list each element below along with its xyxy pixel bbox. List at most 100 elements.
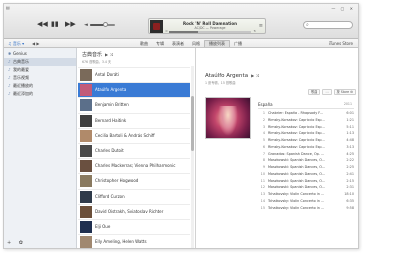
artist-thumbnail — [80, 175, 92, 188]
volume-slider-knob[interactable] — [102, 22, 108, 27]
shuffle-icon[interactable]: ⤨ — [165, 29, 167, 33]
track-number: 7 — [262, 151, 265, 156]
artist-row[interactable]: Elji Oue — [78, 219, 190, 234]
view-tabs: 歌曲 专辑 表演者 风格 播放列表 广播 — [136, 40, 246, 47]
track-row[interactable]: 9 Moszkowski: Spanish Dances, O... 2:25 — [258, 164, 354, 171]
track-row[interactable]: 7 Granados: Spanish Dance, Op. ... 4:25 — [258, 151, 354, 158]
track-number: 8 — [262, 158, 265, 163]
artist-name: David Oistrakh, Sviatoslav Richter — [95, 208, 164, 214]
playlist-summary: 676 首歌曲，3.4 天 — [82, 60, 112, 64]
pause-button[interactable]: ▮▮ — [51, 21, 59, 28]
detail-button-2[interactable]: 按 Store ⚙ — [333, 89, 356, 95]
track-number: 11 — [260, 178, 265, 183]
window-controls[interactable]: — ▢ ✕ — [331, 6, 355, 11]
track-title: Tchaikovsky: Violin Concerto in ... — [268, 205, 325, 210]
scrollbar-thumb[interactable] — [191, 96, 194, 151]
track-number: 14 — [260, 198, 265, 203]
track-row[interactable]: 8 Moszkowski: Spanish Dances, O... 2:22 — [258, 157, 354, 164]
app-menu-icon[interactable]: ▤ — [6, 6, 12, 10]
track-number: 2 — [262, 117, 265, 122]
track-title: Rimsky-Korsakov: Capriccio Esp... — [268, 144, 325, 149]
artist-row[interactable]: Clifford Curzon — [78, 188, 190, 204]
now-playing-display[interactable]: Rock 'N' Roll Damnation AC/DC — Powerage… — [148, 18, 266, 34]
artist-play-shuffle-icons[interactable]: ▶ ⤨ — [251, 73, 259, 78]
track-row[interactable]: 11 Moszkowski: Spanish Dances, O... 2:15 — [258, 178, 354, 185]
sidebar-footer-controls[interactable]: + ✿ — [7, 240, 26, 246]
playlist-play-shuffle-icons[interactable]: ▶ ⤨ — [105, 52, 113, 57]
media-library-select[interactable]: ♫ 音乐 ▾ — [8, 40, 28, 47]
previous-track-button[interactable]: ◀◀ — [37, 21, 48, 28]
artist-name: Christopher Hogwood — [95, 178, 139, 184]
up-next-list-icon[interactable]: ≡ — [259, 23, 263, 29]
artist-row[interactable]: Charles Dutoit — [78, 143, 190, 158]
tab-5[interactable]: 广播 — [230, 40, 246, 47]
sidebar-item[interactable]: ♪ 古典音乐 — [4, 58, 76, 66]
track-row[interactable]: 1 Chabrier: España - Rhapsody F... 6:01 — [258, 110, 354, 117]
sidebar-item-label: 最近添加的 — [13, 91, 33, 96]
artist-row[interactable]: Cecilia Bartoli & András Schiff — [78, 127, 190, 143]
artist-detail-header: Ataúlfo Argenta ▶ ⤨ 1 张专辑，15 首歌曲 — [205, 73, 259, 85]
next-track-button[interactable]: ▶▶ — [65, 21, 76, 28]
playback-progress-bar[interactable] — [169, 31, 251, 33]
search-field[interactable]: ⌕ — [303, 21, 353, 29]
artist-row[interactable]: Christopher Hogwood — [78, 173, 190, 188]
artist-thumbnail — [80, 205, 92, 218]
back-forward-buttons[interactable]: ◀ ▶ — [32, 40, 39, 47]
sidebar-item[interactable]: ✱ Genius — [4, 50, 76, 58]
artist-row[interactable]: Benjamin Britten — [78, 97, 190, 112]
tab-1[interactable]: 专辑 — [152, 40, 168, 47]
track-number: 13 — [260, 192, 265, 196]
track-row[interactable]: 15 Tchaikovsky: Violin Concerto in ... 9:5… — [258, 205, 354, 212]
track-duration: 6:01 — [346, 111, 354, 115]
navigation-bar: ♫ 音乐 ▾ ◀ ▶ 歌曲 专辑 表演者 风格 播放列表 广播 iTunes Store — [4, 39, 358, 48]
artist-row[interactable]: Antal Doráti — [78, 67, 190, 82]
detail-button-1[interactable]: ⋯ — [322, 89, 332, 95]
tab-0[interactable]: 歌曲 — [136, 40, 152, 47]
artist-row[interactable]: Bernard Haitink — [78, 112, 190, 128]
artist-name: Ataúlfo Argenta — [95, 87, 127, 93]
artist-detail-summary: 1 张专辑，15 首歌曲 — [205, 81, 236, 85]
artist-list-pane: 古典音乐 ▶ ⤨ 676 首歌曲，3.4 天 Antal Doráti Ataúlf… — [78, 48, 196, 248]
sidebar-item-label: 我的最爱 — [13, 67, 29, 72]
track-row[interactable]: 4 Rimsky-Korsakov: Capriccio Esp... 1:13 — [258, 130, 354, 137]
track-row[interactable]: 5 Rimsky-Korsakov: Capriccio Esp... 4:48 — [258, 137, 354, 144]
artist-row[interactable]: Charles Mackerras; Vienna Philharmonic — [78, 158, 190, 173]
artist-thumbnail — [80, 236, 92, 248]
track-row[interactable]: 10 Moszkowski: Spanish Dances, O... 2:41 — [258, 171, 354, 178]
artist-thumbnail — [80, 160, 92, 173]
track-row[interactable]: 6 Rimsky-Korsakov: Capriccio Esp... 3:13 — [258, 144, 354, 151]
track-title: Tchaikovsky: Violin Concerto in ... — [268, 198, 325, 203]
detail-button-0[interactable]: 歌曲 — [307, 89, 321, 95]
track-duration: 4:48 — [346, 138, 354, 142]
track-row[interactable]: 12 Moszkowski: Spanish Dances, O... 2:31 — [258, 184, 354, 191]
artist-row[interactable]: Elly Ameling, Helen Watts — [78, 234, 190, 248]
itunes-store-button[interactable]: iTunes Store — [329, 40, 353, 47]
track-row[interactable]: 14 Tchaikovsky: Violin Concerto in ... 6:3… — [258, 198, 354, 205]
artist-name: Charles Dutoit — [95, 148, 124, 153]
sidebar-item[interactable]: ♪ 最近播放的 — [4, 82, 76, 90]
search-input[interactable] — [312, 23, 350, 28]
sidebar-item[interactable]: ♪ 我的最爱 — [4, 66, 76, 74]
album-title: España — [258, 102, 273, 107]
artist-detail-title: Ataúlfo Argenta ▶ ⤨ — [205, 73, 259, 79]
tab-4[interactable]: 播放列表 — [204, 40, 230, 47]
track-row[interactable]: 3 Rimsky-Korsakov: Capriccio Esp... 5:11 — [258, 124, 354, 131]
volume-slider[interactable] — [90, 22, 115, 27]
track-title: Rimsky-Korsakov: Capriccio Esp... — [268, 138, 325, 142]
track-row[interactable]: 2 Rimsky-Korsakov: Capriccio Esp... 1:21 — [258, 117, 354, 124]
track-duration: 2:31 — [346, 185, 354, 190]
track-title: Rimsky-Korsakov: Capriccio Esp... — [268, 124, 325, 129]
artist-row[interactable]: David Oistrakh, Sviatoslav Richter — [78, 203, 190, 219]
tab-2[interactable]: 表演者 — [168, 40, 188, 47]
artist-row[interactable]: Ataúlfo Argenta — [78, 82, 190, 98]
tab-3[interactable]: 风格 — [188, 40, 204, 47]
track-row[interactable]: 13 Tchaikovsky: Violin Concerto in ... 18:… — [258, 191, 354, 198]
track-title: Moszkowski: Spanish Dances, O... — [268, 171, 326, 176]
album-artwork[interactable] — [205, 97, 251, 139]
sidebar-item[interactable]: ♪ 音乐视频 — [4, 74, 76, 82]
sidebar-item[interactable]: ♪ 最近添加的 — [4, 90, 76, 98]
artist-list-scrollbar[interactable] — [191, 66, 194, 248]
repeat-icon[interactable]: ↻ — [253, 29, 256, 33]
artist-thumbnail — [80, 145, 92, 157]
sidebar-item-label: 古典音乐 — [13, 59, 29, 64]
